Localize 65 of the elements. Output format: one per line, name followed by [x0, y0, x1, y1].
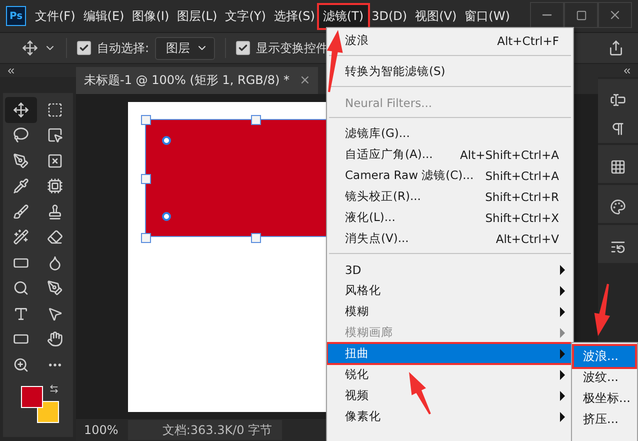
swap-icon[interactable] — [49, 384, 59, 394]
menu-bar-item[interactable]: 文字(Y) — [221, 4, 270, 28]
palette-icon[interactable] — [610, 199, 626, 215]
checkbox-label: 自动选择: — [97, 40, 150, 56]
annotation-arrow — [326, 30, 343, 92]
status-info: 文档:363.3K/0 字节 — [128, 420, 282, 440]
transform-handle[interactable] — [251, 115, 261, 125]
menu-item[interactable]: 视频 — [327, 385, 573, 406]
history-icon[interactable] — [610, 239, 626, 255]
menu-item[interactable]: 锐化 — [327, 364, 573, 385]
transform-handle[interactable] — [141, 174, 151, 184]
check-icon — [79, 43, 89, 53]
check-icon — [238, 43, 248, 53]
share-icon[interactable] — [608, 40, 624, 56]
checkbox[interactable] — [236, 41, 250, 55]
collapse-icon[interactable] — [622, 66, 632, 76]
annotation-arrow — [409, 372, 431, 414]
close-icon — [608, 8, 622, 22]
menu-item[interactable]: 风格化 — [327, 280, 573, 301]
submenu-item[interactable]: 极坐标... — [574, 388, 635, 409]
menu-bar-item[interactable]: 编辑(E) — [79, 4, 128, 28]
menu-item[interactable]: 像素化 — [327, 406, 573, 427]
menu-bar-item[interactable]: 文件(F) — [31, 4, 80, 28]
menu-item[interactable]: 液化(L)... Shift+Ctrl+X — [327, 207, 573, 228]
menu-item[interactable]: Camera Raw 滤镜(C)... Shift+Ctrl+A — [327, 165, 573, 186]
layer-dropdown[interactable]: 图层 — [155, 36, 216, 60]
maximize-icon — [576, 10, 586, 20]
menu-bar-item[interactable]: 图像(I) — [128, 4, 174, 28]
transform-handle[interactable] — [141, 233, 151, 243]
app-logo: Ps — [6, 6, 26, 26]
menu-item[interactable]: 模糊 — [327, 301, 573, 322]
menu-bar-item[interactable]: 窗口(W) — [460, 4, 514, 28]
submenu-item[interactable]: 挤压... — [574, 409, 635, 430]
menu-bar-item[interactable]: 滤镜(T) — [318, 4, 368, 28]
annotation-arrow — [594, 284, 610, 336]
zoom-level: 100% — [84, 423, 118, 437]
move-icon[interactable] — [22, 40, 38, 56]
menu-item[interactable]: 滤镜库(G)... — [327, 123, 573, 144]
maximize-button[interactable] — [564, 2, 598, 28]
menu-bar-item[interactable]: 选择(S) — [270, 4, 319, 28]
menu-item[interactable]: 镜头校正(R)... Shift+Ctrl+R — [327, 186, 573, 207]
menu-item[interactable]: 扭曲 — [327, 343, 573, 364]
document-tab[interactable]: 未标题-1 @ 100% (矩形 1, RGB/8) * × — [76, 67, 318, 94]
transform-handle[interactable] — [141, 115, 151, 125]
menu-bar-item[interactable]: 视图(V) — [411, 4, 461, 28]
paragraph-icon[interactable] — [610, 120, 626, 136]
transform-handle[interactable] — [251, 233, 261, 243]
grid-icon[interactable] — [610, 159, 626, 175]
background-color-swatch[interactable] — [37, 400, 59, 422]
menu-bar-item[interactable]: 3D(D) — [368, 6, 412, 26]
collapse-icon[interactable] — [6, 66, 16, 76]
menu-bar-item[interactable]: 图层(L) — [173, 4, 222, 28]
menu-item[interactable]: 自适应广角(A)... Alt+Shift+Ctrl+A — [327, 144, 573, 165]
close-button[interactable] — [598, 2, 632, 28]
menu-item[interactable]: 消失点(V)... Alt+Ctrl+V — [327, 228, 573, 249]
menu-item[interactable]: 转换为智能滤镜(S) — [327, 61, 573, 82]
character-icon[interactable] — [610, 92, 626, 108]
checkbox[interactable] — [77, 41, 91, 55]
tab-close-button[interactable]: × — [300, 73, 310, 88]
menu-item[interactable]: 波浪 Alt+Ctrl+F — [327, 30, 573, 51]
move-icon[interactable] — [5, 97, 37, 122]
menu-item[interactable]: 3D — [327, 259, 573, 280]
foreground-color-swatch[interactable] — [21, 386, 43, 408]
submenu-item[interactable]: 波浪... — [574, 346, 635, 367]
submenu-item[interactable]: 波纹... — [574, 367, 635, 388]
